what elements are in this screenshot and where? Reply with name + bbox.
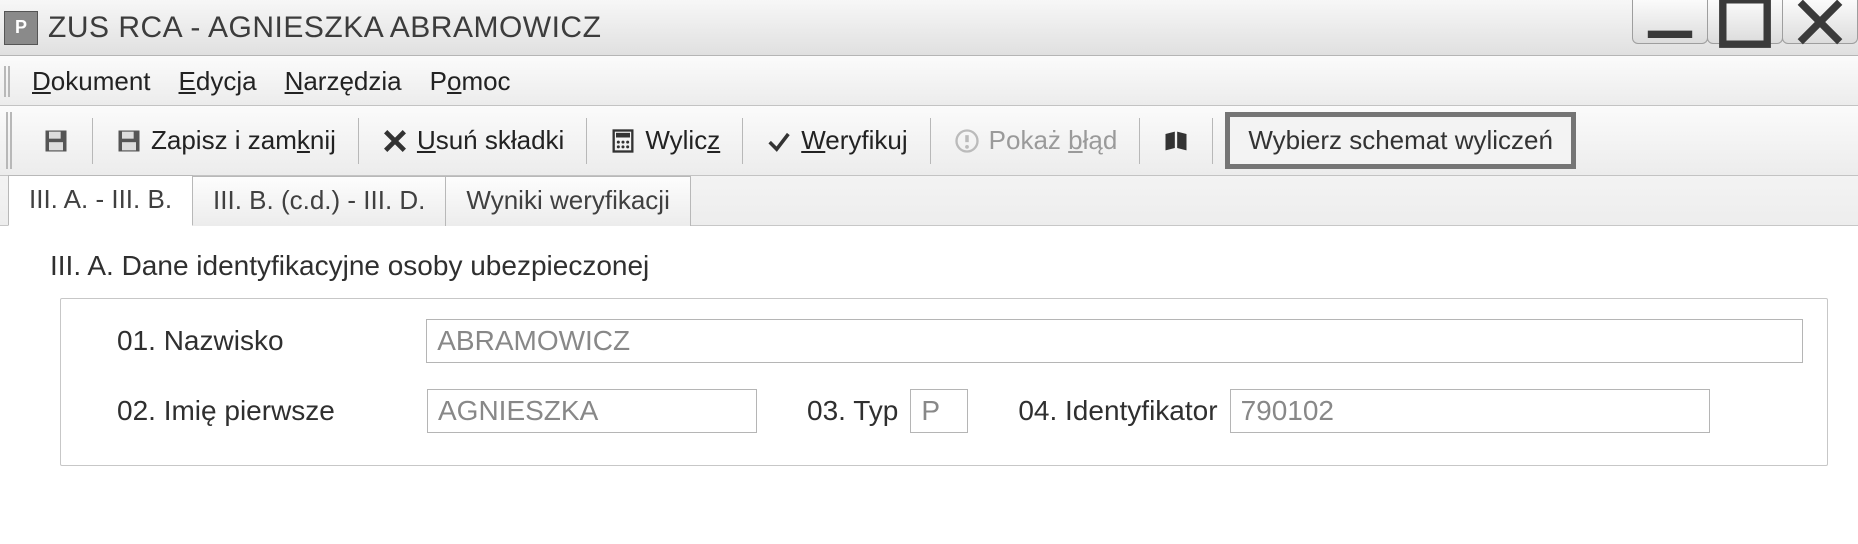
window-title: ZUS RCA - AGNIESZKA ABRAMOWICZ xyxy=(48,11,601,45)
menubar: Dokument Edycja Narzędzia Pomoc xyxy=(0,56,1858,106)
toolbar-separator xyxy=(1212,118,1213,164)
show-error-button: Pokaż błąd xyxy=(943,121,1128,160)
save-icon xyxy=(42,127,70,155)
row-nazwisko: 01. Nazwisko xyxy=(117,319,1803,363)
verify-button[interactable]: Weryfikuj xyxy=(755,121,917,160)
choose-calc-scheme-label: Wybierz schemat wyliczeń xyxy=(1248,125,1553,156)
tab-iii-b-cd-iii-d[interactable]: III. B. (c.d.) - III. D. xyxy=(192,176,446,226)
titlebar: P ZUS RCA - AGNIESZKA ABRAMOWICZ xyxy=(0,0,1858,56)
tab-wyniki-weryfikacji[interactable]: Wyniki weryfikacji xyxy=(445,176,690,226)
choose-calc-scheme-button[interactable]: Wybierz schemat wyliczeń xyxy=(1225,112,1576,169)
row-imie: 02. Imię pierwsze 03. Typ 04. Identyfika… xyxy=(117,389,1803,433)
tab-label: III. B. (c.d.) - III. D. xyxy=(213,185,425,215)
input-identyfikator[interactable] xyxy=(1230,389,1710,433)
book-icon xyxy=(1162,127,1190,155)
input-typ[interactable] xyxy=(910,389,968,433)
check-icon xyxy=(765,127,793,155)
maximize-icon xyxy=(1708,0,1782,59)
menu-pomoc[interactable]: Pomoc xyxy=(430,66,511,97)
toolbar-separator xyxy=(586,118,587,164)
toolbar: Zapisz i zamknij Usuń składki Wylicz Wer… xyxy=(0,106,1858,176)
app-icon: P xyxy=(4,11,38,45)
input-nazwisko[interactable] xyxy=(426,319,1803,363)
delete-contributions-button[interactable]: Usuń składki xyxy=(371,121,574,160)
label-imie: 02. Imię pierwsze xyxy=(117,395,427,427)
menu-dokument[interactable]: Dokument xyxy=(32,66,151,97)
save-and-close-button[interactable]: Zapisz i zamknij xyxy=(105,121,346,160)
toolbar-separator xyxy=(358,118,359,164)
toolbar-separator xyxy=(742,118,743,164)
input-imie[interactable] xyxy=(427,389,757,433)
calculate-button[interactable]: Wylicz xyxy=(599,121,730,160)
close-icon xyxy=(1783,0,1857,59)
label-typ: 03. Typ xyxy=(807,395,898,427)
delete-icon xyxy=(381,127,409,155)
section-title: III. A. Dane identyfikacyjne osoby ubezp… xyxy=(50,250,1828,282)
window-controls xyxy=(1633,0,1858,56)
close-button[interactable] xyxy=(1782,0,1858,44)
save-close-icon xyxy=(115,127,143,155)
calculator-icon xyxy=(609,127,637,155)
save-button[interactable] xyxy=(32,123,80,159)
label-nazwisko: 01. Nazwisko xyxy=(117,325,426,357)
book-button[interactable] xyxy=(1152,123,1200,159)
minimize-button[interactable] xyxy=(1632,0,1708,44)
content-area: III. A. Dane identyfikacyjne osoby ubezp… xyxy=(0,226,1858,486)
maximize-button[interactable] xyxy=(1707,0,1783,44)
error-icon xyxy=(953,127,981,155)
tab-label: Wyniki weryfikacji xyxy=(466,185,669,215)
toolbar-separator xyxy=(930,118,931,164)
tabstrip: III. A. - III. B. III. B. (c.d.) - III. … xyxy=(0,176,1858,226)
menu-edycja[interactable]: Edycja xyxy=(179,66,257,97)
tab-iii-a-iii-b[interactable]: III. A. - III. B. xyxy=(8,175,193,226)
toolbar-separator xyxy=(92,118,93,164)
menu-narzedzia[interactable]: Narzędzia xyxy=(285,66,402,97)
tab-label: III. A. - III. B. xyxy=(29,184,172,214)
section-iii-a: 01. Nazwisko 02. Imię pierwsze 03. Typ 0… xyxy=(60,298,1828,466)
toolbar-separator xyxy=(1139,118,1140,164)
minimize-icon xyxy=(1633,0,1707,59)
menu-dokument-rest: okument xyxy=(51,66,151,96)
label-identyfikator: 04. Identyfikator xyxy=(1018,395,1217,427)
